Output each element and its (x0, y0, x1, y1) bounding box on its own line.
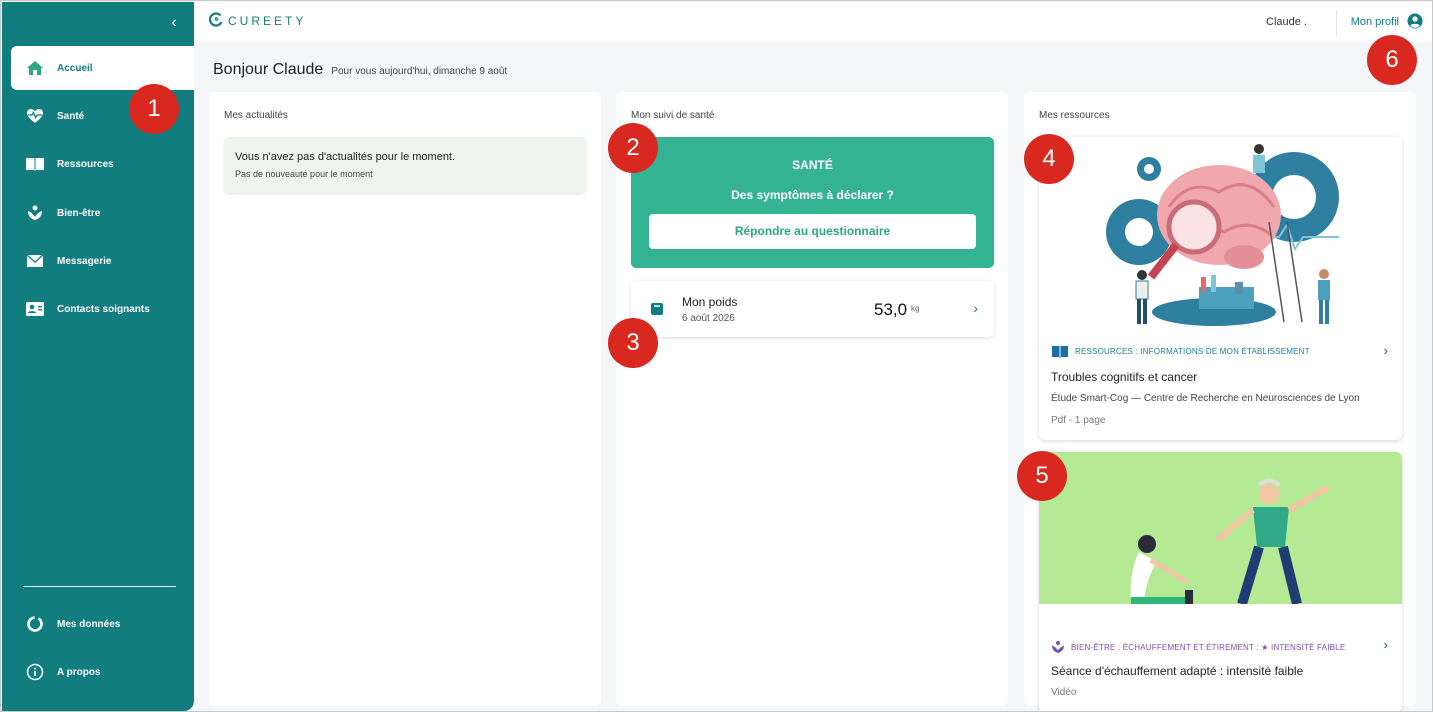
app-logo[interactable]: CUREETY (208, 12, 306, 30)
resource-card[interactable]: RESSOURCES : INFORMATIONS DE MON ÉTABLIS… (1039, 137, 1402, 440)
profile-link[interactable]: Mon profil (1351, 16, 1399, 28)
annotation-marker: 3 (608, 318, 658, 368)
collapse-sidebar-button[interactable]: ‹ (166, 14, 182, 32)
chevron-right-icon: › (1383, 343, 1388, 358)
annotation-marker: 4 (1024, 134, 1074, 184)
wellbeing-icon (25, 203, 45, 223)
top-bar: CUREETY Claude . Mon profil (194, 2, 1432, 42)
sidebar-item-ressources[interactable]: Ressources (11, 142, 194, 186)
sidebar-item-label: Bien-être (57, 207, 101, 219)
annotation-marker: 5 (1017, 451, 1067, 501)
weight-date: 6 août 2026 (682, 313, 735, 324)
greeting: Bonjour Claude Pour vous aujourd'hui, di… (213, 61, 507, 79)
resource-category: BIEN-ÊTRE : ÉCHAUFFEMENT ET ÉTIREMENT : … (1051, 640, 1345, 654)
info-icon (25, 662, 45, 682)
annotation-marker: 2 (608, 123, 658, 173)
panel-title: Mes ressources (1039, 110, 1110, 121)
sidebar-item-label: Santé (57, 110, 85, 122)
envelope-icon (25, 251, 45, 271)
logo-text: CUREETY (228, 14, 307, 28)
health-panel: Mon suivi de santé SANTÉ Des symptômes à… (616, 92, 1008, 706)
news-empty-subtitle: Pas de nouveauté pour le moment (235, 169, 373, 179)
weight-label: Mon poids (682, 295, 738, 309)
health-questionnaire-card: SANTÉ Des symptômes à déclarer ? Répondr… (631, 137, 994, 268)
sidebar-item-accueil[interactable]: Accueil (11, 46, 194, 90)
data-ring-icon (25, 614, 45, 634)
home-icon (25, 58, 45, 78)
annotation-marker: 1 (129, 84, 179, 134)
sidebar-item-label: Accueil (57, 62, 93, 74)
answer-questionnaire-button[interactable]: Répondre au questionnaire (649, 214, 976, 249)
sidebar-item-bien-etre[interactable]: Bien-être (11, 191, 194, 235)
resource-title: Troubles cognitifs et cancer (1051, 370, 1198, 384)
book-icon (1051, 345, 1069, 358)
chevron-left-icon: ‹ (171, 14, 177, 31)
sidebar-item-label: A propos (57, 666, 101, 678)
resource-category-label: BIEN-ÊTRE : ÉCHAUFFEMENT ET ÉTIREMENT : … (1071, 642, 1346, 652)
user-name: Claude . (1266, 16, 1307, 28)
weight-value: 53,0 (874, 300, 908, 319)
sidebar-item-label: Contacts soignants (57, 303, 150, 315)
wellbeing-icon (1051, 640, 1065, 654)
news-empty-card: Vous n'avez pas d'actualités pour le mom… (224, 137, 586, 193)
resource-card[interactable]: BIEN-ÊTRE : ÉCHAUFFEMENT ET ÉTIREMENT : … (1039, 452, 1402, 711)
annotation-marker: 6 (1367, 35, 1417, 85)
greeting-title: Bonjour Claude (213, 61, 324, 78)
chevron-right-icon: › (1383, 637, 1388, 652)
resources-panel: Mes ressources RESSOURCES: INFORMATIONS… (1024, 92, 1416, 711)
app-window: ‹ Accueil Santé Ressources Bien-être Mes… (0, 0, 1433, 712)
sidebar-item-a-propos[interactable]: A propos (11, 650, 194, 694)
sidebar-item-mes-donnees[interactable]: Mes données (11, 602, 194, 646)
resource-category-label: RESSOURCES : INFORMATIONS DE MON ÉTABLIS… (1075, 347, 1310, 356)
panel-title: Mes actualités (224, 110, 288, 121)
weight-card[interactable]: Mon poids 6 août 2026 53,0 kg › (631, 281, 994, 337)
resource-title: Séance d'échauffement adapté : intensité… (1051, 664, 1304, 678)
resource-description: Étude Smart-Cog — Centre de Recherche en… (1051, 393, 1360, 404)
sidebar-divider (23, 586, 176, 587)
news-empty-title: Vous n'avez pas d'actualités pour le mom… (235, 151, 456, 163)
logo-icon (208, 12, 223, 30)
sidebar-item-label: Ressources (57, 158, 114, 170)
scale-icon (651, 303, 663, 315)
resource-category: RESSOURCES : INFORMATIONS DE MON ÉTABLIS… (1051, 345, 1310, 358)
panel-title: Mon suivi de santé (631, 110, 715, 121)
topbar-divider (1336, 10, 1337, 36)
resource-meta: Vidéo (1051, 687, 1077, 698)
exercise-illustration (1039, 452, 1402, 604)
weight-unit: kg (911, 304, 920, 313)
greeting-subtitle: Pour vous aujourd'hui, dimanche 9 août (331, 66, 508, 77)
sidebar-item-contacts[interactable]: Contacts soignants (11, 287, 194, 331)
brain-illustration (1039, 137, 1402, 337)
heart-pulse-icon (25, 106, 45, 126)
health-card-label: SANTÉ (792, 158, 833, 172)
health-card-question: Des symptômes à déclarer ? (731, 188, 894, 202)
contact-card-icon (25, 299, 45, 319)
chevron-right-icon: › (973, 300, 978, 316)
sidebar-item-label: Mes données (57, 618, 121, 630)
book-icon (25, 154, 45, 174)
resource-meta: Pdf - 1 page (1051, 415, 1106, 426)
sidebar-item-label: Messagerie (57, 255, 112, 267)
news-panel: Mes actualités Vous n'avez pas d'actuali… (209, 92, 601, 706)
user-circle-icon[interactable] (1407, 13, 1423, 32)
sidebar-item-messagerie[interactable]: Messagerie (11, 239, 194, 283)
